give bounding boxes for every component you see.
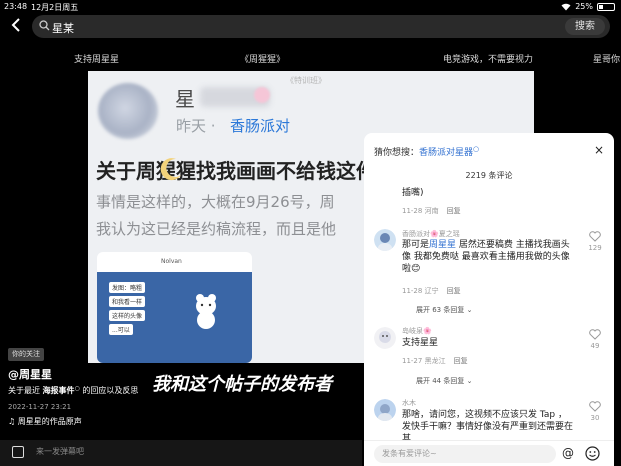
status-date: 12月2日周五 xyxy=(31,3,79,12)
battery-percent: 25% xyxy=(575,2,593,11)
comment-meta: 11-28 辽宁 回复 xyxy=(402,286,461,296)
video-description: 关于最近 海报事件○ 的回应以及反思 xyxy=(8,385,138,396)
video-watermark: 《特训班》 xyxy=(286,76,326,85)
heart-icon xyxy=(589,329,601,340)
close-icon[interactable]: × xyxy=(594,143,604,157)
chat-bubble: 和我看一样 xyxy=(109,296,146,307)
related-topics: 支持周星星 《周猩猩》 电竞游戏，不需要视力 星哥你 xyxy=(0,52,621,68)
chat-bubble: ...可以 xyxy=(109,324,133,335)
music-row[interactable]: ♫ 周星星的作品原声 xyxy=(8,416,82,427)
publish-date: 2022-11-27 23:21 xyxy=(8,403,72,411)
like-count: 49 xyxy=(590,342,600,350)
post-username: 星 xyxy=(175,87,195,111)
like-button[interactable]: 30 xyxy=(588,401,602,422)
comment-meta: 11-28 河南 回复 xyxy=(402,206,461,216)
danmaku-input[interactable]: 来一发弹幕吧 xyxy=(36,446,84,457)
post-line: 事情是这样的，大概在9月26号，周 xyxy=(96,193,335,211)
guess-keyword[interactable]: 香肠派对星器 xyxy=(419,148,473,158)
bear-sticker-icon xyxy=(196,294,216,329)
desc-tag[interactable]: 海报事件 xyxy=(43,386,75,395)
like-count: 129 xyxy=(588,244,602,252)
like-button[interactable]: 49 xyxy=(588,329,602,350)
user-badge-icon xyxy=(254,87,270,103)
post-group: 香肠派对 xyxy=(230,117,291,135)
chat-background: 发图：略粗 和我看一样 这样的头像 ...可以 xyxy=(97,272,252,363)
following-badge: 你的关注 xyxy=(8,348,44,361)
comment-text: 那啥，请问您，这视频不应该只发 Tap ，发快手干嘛？事情好像没有严重到还需要在… xyxy=(402,410,574,441)
search-box[interactable]: 星某 搜索 xyxy=(32,15,610,38)
topic-item[interactable]: 支持周星星 xyxy=(74,52,119,65)
emoji-icon[interactable] xyxy=(585,446,600,461)
avatar[interactable] xyxy=(374,399,396,421)
music-note-icon: ♫ xyxy=(8,417,18,426)
comment-author[interactable]: 岛岐泉🌸 xyxy=(402,326,432,336)
post-title: 关于周猩猩找我画画不给钱这件 xyxy=(96,159,376,183)
reply-button[interactable]: 回复 xyxy=(447,207,461,215)
post-avatar xyxy=(98,83,158,139)
status-right: 25% xyxy=(561,2,615,11)
comment-input-bar: 发条有爱评论~ @ xyxy=(364,440,614,466)
video-subtitle: 我和这个帖子的发布者 xyxy=(152,374,332,395)
chat-bubble: 发图：略粗 xyxy=(109,282,146,293)
battery-fill xyxy=(599,4,603,9)
like-button[interactable]: 129 xyxy=(588,231,602,252)
heart-icon xyxy=(589,231,601,242)
reply-button[interactable]: 回复 xyxy=(454,357,468,365)
comment-date: 11-27 黑龙江 xyxy=(402,357,446,365)
comment-mention[interactable]: 周星星 xyxy=(429,240,456,250)
expand-replies-button[interactable]: 展开 44 条回复 ⌄ xyxy=(416,376,472,386)
wifi-icon xyxy=(561,3,571,10)
mention-icon[interactable]: @ xyxy=(562,446,574,460)
battery-icon xyxy=(597,2,615,11)
avatar[interactable] xyxy=(374,229,396,251)
heart-icon xyxy=(589,401,601,412)
moon-icon xyxy=(160,158,181,181)
comments-panel: 猜你想搜：香肠派对星器○ × 2219 条评论 插嘴) 11-28 河南 回复 香… xyxy=(364,133,614,466)
back-icon[interactable] xyxy=(10,17,24,33)
danmaku-bar: 来一发弹幕吧 xyxy=(0,440,362,466)
comment-meta: 11-27 黑龙江 回复 xyxy=(402,356,468,366)
comment-text-a: 那可是 xyxy=(402,240,430,250)
danmaku-toggle-icon[interactable] xyxy=(12,446,24,458)
like-count: 30 xyxy=(590,414,600,422)
post-line: 我认为这已经是约稿流程，而且是他 xyxy=(96,220,337,238)
comment-date: 11-28 辽宁 xyxy=(402,287,439,295)
comment-count: 2219 条评论 xyxy=(465,171,513,180)
post-time: 昨天 · xyxy=(176,117,216,135)
comment-text: 那可是周星星 居然还要稿费 主播找我画头像 我都免费哒 最喜欢看主播用我做的头像… xyxy=(402,239,574,275)
topic-item[interactable]: 《周猩猩》 xyxy=(240,52,285,65)
avatar[interactable] xyxy=(374,327,396,349)
reply-button[interactable]: 回复 xyxy=(447,287,461,295)
search-button[interactable]: 搜索 xyxy=(565,18,605,35)
topic-item[interactable]: 星哥你 xyxy=(593,52,620,65)
comment-text: 插嘴) xyxy=(402,188,424,198)
chat-header: Nolvan xyxy=(161,258,182,265)
search-input[interactable]: 星某 xyxy=(52,20,74,36)
comment-author[interactable]: 水木 xyxy=(402,398,416,408)
comment-date: 11-28 河南 xyxy=(402,207,439,215)
desc-suffix: 的回应以及反思 xyxy=(79,386,139,395)
chat-bubble: 这样的头像 xyxy=(109,310,146,321)
status-bar: 23:48 12月2日周五 25% xyxy=(0,0,621,13)
comment-input[interactable]: 发条有爱评论~ xyxy=(374,445,556,463)
guess-label: 猜你想搜： xyxy=(374,148,420,158)
expand-replies-button[interactable]: 展开 63 条回复 ⌄ xyxy=(416,305,472,315)
search-icon xyxy=(39,20,50,31)
desc-prefix: 关于最近 xyxy=(8,386,43,395)
creator-name[interactable]: @周星星 xyxy=(8,366,52,382)
comment-author[interactable]: 香肠派对🌸夏之瑶 xyxy=(402,229,460,239)
status-time: 23:48 xyxy=(4,2,28,11)
music-title: 周星星的作品原声 xyxy=(17,417,82,426)
comment-text: 支持星星 xyxy=(402,338,439,348)
comment-list[interactable]: 插嘴) 11-28 河南 回复 香肠派对🌸夏之瑶 那可是周星星 居然还要稿费 主播… xyxy=(364,183,614,441)
search-suggestion[interactable]: 猜你想搜：香肠派对星器○ xyxy=(374,145,479,158)
topic-item[interactable]: 电竞游戏，不需要视力 xyxy=(443,52,533,65)
chat-screenshot: Nolvan 发图：略粗 和我看一样 这样的头像 ...可以 xyxy=(97,252,252,363)
search-small-icon: ○ xyxy=(473,145,480,153)
